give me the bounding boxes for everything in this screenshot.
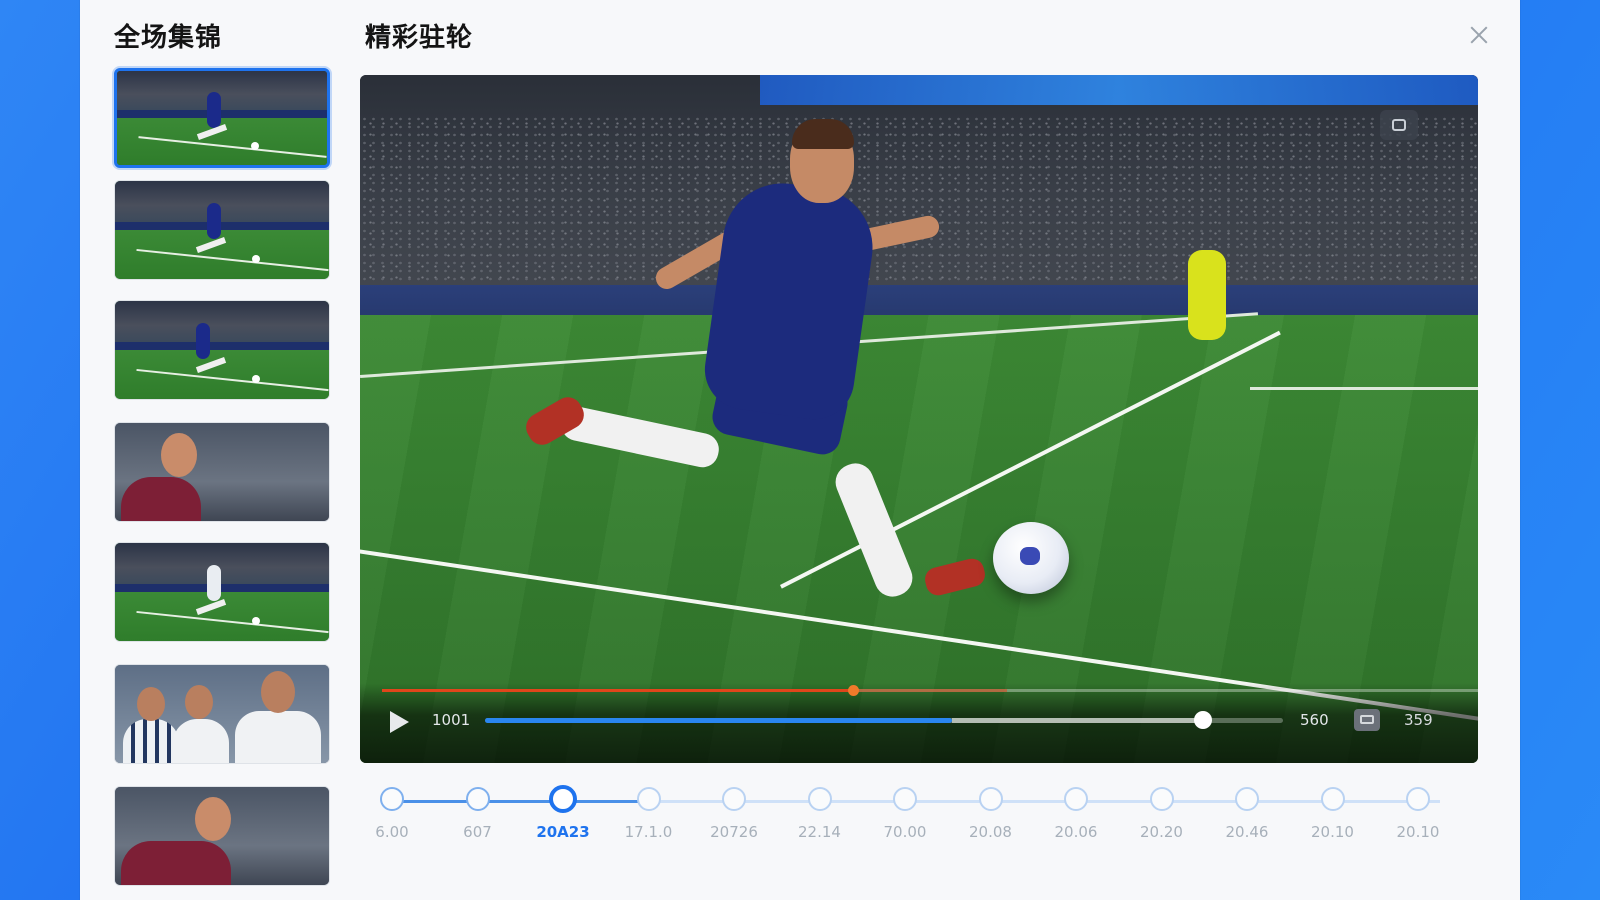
close-icon[interactable] <box>1466 22 1492 48</box>
timeline-label: 607 <box>463 823 492 841</box>
thumbnail-7[interactable] <box>114 786 330 886</box>
timeline-node[interactable] <box>807 787 832 811</box>
seek-bar[interactable] <box>485 711 1283 729</box>
referee-figure <box>1188 250 1226 340</box>
highlights-modal: 全场集锦 精彩驻轮 1001 560 359 6.00 607 20A23 17… <box>80 0 1520 900</box>
timeline-node[interactable] <box>1406 787 1430 811</box>
timeline-node[interactable] <box>722 787 746 811</box>
timeline-label: 20A23 <box>536 823 590 841</box>
timeline-node[interactable] <box>1149 787 1174 811</box>
thumbnail-4[interactable] <box>114 422 330 522</box>
timeline-label: 70.00 <box>883 823 927 841</box>
timeline-label: 20.10 <box>1396 823 1440 841</box>
main-title: 精彩驻轮 <box>365 23 474 53</box>
highlight-progress[interactable] <box>382 685 1478 696</box>
timeline-label: 22.14 <box>798 823 841 841</box>
timeline-label: 6.00 <box>375 823 409 841</box>
timeline-label: 20.08 <box>969 823 1012 841</box>
thumbnail-5[interactable] <box>114 542 330 642</box>
play-icon[interactable] <box>390 711 409 733</box>
speed-button[interactable]: 359 <box>1404 711 1433 729</box>
timeline-node[interactable] <box>636 787 661 811</box>
timeline-label: 20726 <box>710 823 758 841</box>
sidebar-title: 全场集锦 <box>114 23 223 53</box>
timeline-node[interactable] <box>549 785 577 813</box>
timeline-label: 20.20 <box>1140 823 1183 841</box>
timeline-node[interactable] <box>893 787 917 811</box>
thumbnail-2[interactable] <box>114 180 330 280</box>
timeline-label: 20.46 <box>1225 823 1269 841</box>
screenshot-icon[interactable] <box>1380 110 1418 140</box>
timeline-node[interactable] <box>1320 787 1345 811</box>
timeline-node[interactable] <box>978 787 1003 811</box>
timeline-node[interactable] <box>1235 787 1259 811</box>
current-time: 1001 <box>432 711 471 729</box>
timeline-label: 20.06 <box>1054 823 1098 841</box>
timeline-label: 20.10 <box>1311 823 1354 841</box>
timeline-label: 17.1.0 <box>624 823 673 841</box>
total-time: 560 <box>1300 711 1329 729</box>
timeline-node[interactable] <box>465 787 490 811</box>
thumbnail-3[interactable] <box>114 300 330 400</box>
thumbnail-6[interactable] <box>114 664 330 764</box>
thumbnail-1[interactable] <box>114 68 330 168</box>
highlight-timeline: 6.00 607 20A23 17.1.0 20726 22.14 70.00 20.08 20… <box>360 775 1478 875</box>
video-player[interactable]: 1001 560 359 <box>360 75 1478 763</box>
timeline-node[interactable] <box>1064 787 1088 811</box>
subtitles-icon[interactable] <box>1354 709 1380 731</box>
timeline-node[interactable] <box>380 787 404 811</box>
